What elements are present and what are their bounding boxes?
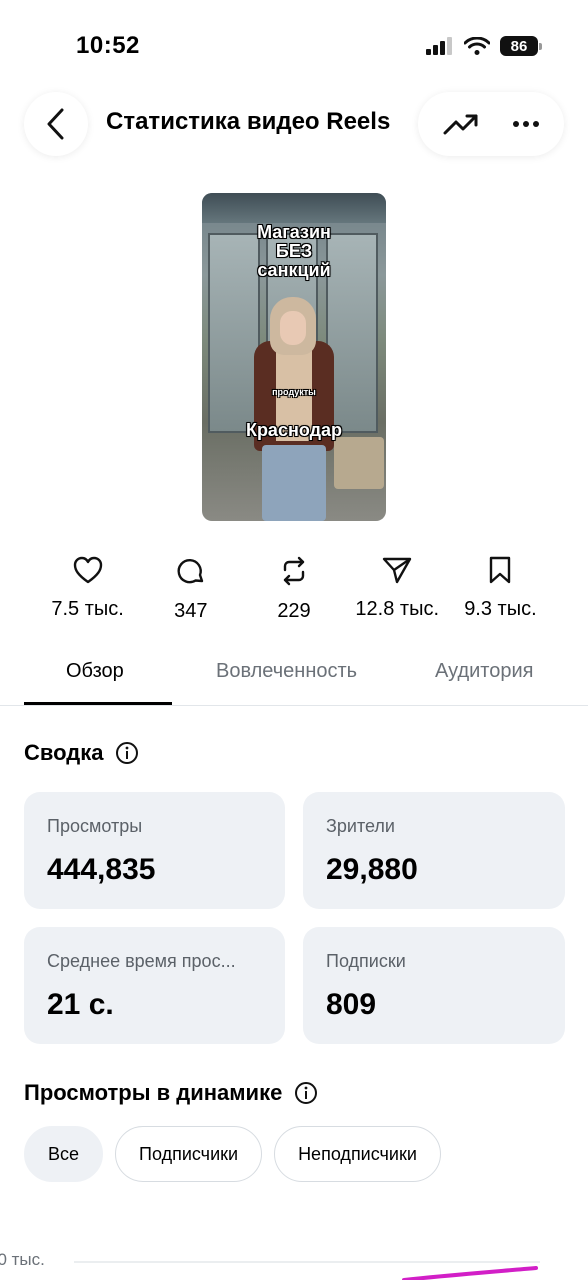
metric-likes: 7.5 тыс.: [36, 556, 139, 623]
metric-comments: 347: [139, 556, 242, 623]
active-tab-indicator: [24, 702, 172, 705]
thumbnail-face: [280, 311, 306, 345]
battery-icon: 86: [500, 36, 542, 56]
metric-value: 229: [277, 600, 311, 622]
metric-saves: 9.3 тыс.: [449, 556, 552, 623]
card-value: 21 с.: [47, 988, 114, 1021]
info-icon[interactable]: [294, 1081, 318, 1105]
summary-card-viewers[interactable]: Зрители 29,880: [303, 792, 565, 909]
tab-overview[interactable]: Обзор: [66, 660, 124, 683]
card-label: Подписки: [326, 951, 406, 971]
chart-series-line: [402, 1266, 538, 1280]
metric-reposts: 229: [242, 556, 345, 623]
info-icon[interactable]: [115, 741, 139, 765]
metric-value: 7.5 тыс.: [51, 598, 124, 620]
back-button[interactable]: [24, 92, 88, 156]
summary-heading: Сводка: [24, 740, 139, 766]
wifi-icon: [464, 37, 490, 55]
repost-icon: [283, 556, 305, 586]
heart-icon: [73, 556, 102, 584]
reel-caption-middle: продукты: [272, 387, 316, 397]
thumbnail-roof: [202, 193, 386, 223]
card-value: 29,880: [326, 853, 418, 886]
thumbnail-bollard: [334, 437, 384, 489]
metric-value: 9.3 тыс.: [464, 598, 537, 620]
views-dynamics-heading: Просмотры в динамике: [24, 1080, 318, 1106]
insights-tabs: Обзор Вовлеченность Аудитория: [0, 646, 588, 706]
summary-card-avg-watch-time[interactable]: Среднее время прос... 21 с.: [24, 927, 285, 1044]
views-dynamics-title: Просмотры в динамике: [24, 1080, 283, 1105]
views-chart-fragment: [74, 1261, 540, 1280]
reel-caption-top: Магазин БЕЗ санкций: [202, 223, 386, 280]
reel-caption-line: БЕЗ: [275, 241, 313, 261]
thumbnail-jeans: [262, 445, 326, 521]
card-value: 444,835: [47, 853, 156, 886]
filter-chip-all[interactable]: Все: [24, 1126, 104, 1182]
audience-filter: Все Подписчики Неподписчики: [24, 1126, 441, 1182]
summary-card-follows[interactable]: Подписки 809: [303, 927, 565, 1044]
filter-chip-followers[interactable]: Подписчики: [115, 1126, 263, 1182]
comment-icon: [177, 558, 203, 584]
trending-up-icon[interactable]: [443, 112, 479, 136]
card-label: Зрители: [326, 816, 395, 836]
metric-value: 347: [174, 600, 208, 622]
status-bar: 10:52 86: [0, 0, 588, 80]
tab-engagement[interactable]: Вовлеченность: [216, 660, 357, 683]
chevron-left-icon: [47, 108, 64, 140]
card-label: Среднее время прос...: [47, 951, 236, 971]
reel-thumbnail[interactable]: Магазин БЕЗ санкций продукты Краснодар: [202, 193, 386, 521]
bookmark-icon: [490, 556, 511, 584]
summary-title: Сводка: [24, 740, 104, 765]
reel-caption-line: Магазин: [257, 222, 331, 242]
card-value: 809: [326, 988, 377, 1021]
more-horizontal-icon[interactable]: [512, 120, 540, 128]
summary-cards: Просмотры 444,835 Зрители 29,880 Среднее…: [24, 792, 565, 1044]
page-title: Статистика видео Reels: [106, 108, 391, 135]
engagement-metrics: 7.5 тыс. 347 229 12.8 тыс. 9.3 тыс.: [36, 556, 552, 623]
cellular-signal-icon: [426, 37, 452, 55]
status-time: 10:52: [76, 32, 140, 59]
summary-card-views[interactable]: Просмотры 444,835: [24, 792, 285, 909]
reel-caption-bottom: Краснодар: [245, 420, 343, 440]
header-actions: [418, 92, 564, 156]
status-indicators: 86: [426, 36, 542, 56]
card-label: Просмотры: [47, 816, 143, 836]
metric-value: 12.8 тыс.: [355, 598, 439, 620]
reel-caption-line: санкций: [257, 260, 331, 280]
send-icon: [383, 557, 412, 584]
filter-chip-non-followers[interactable]: Неподписчики: [274, 1126, 441, 1182]
tab-audience[interactable]: Аудитория: [435, 660, 533, 683]
metric-shares: 12.8 тыс.: [346, 556, 449, 623]
